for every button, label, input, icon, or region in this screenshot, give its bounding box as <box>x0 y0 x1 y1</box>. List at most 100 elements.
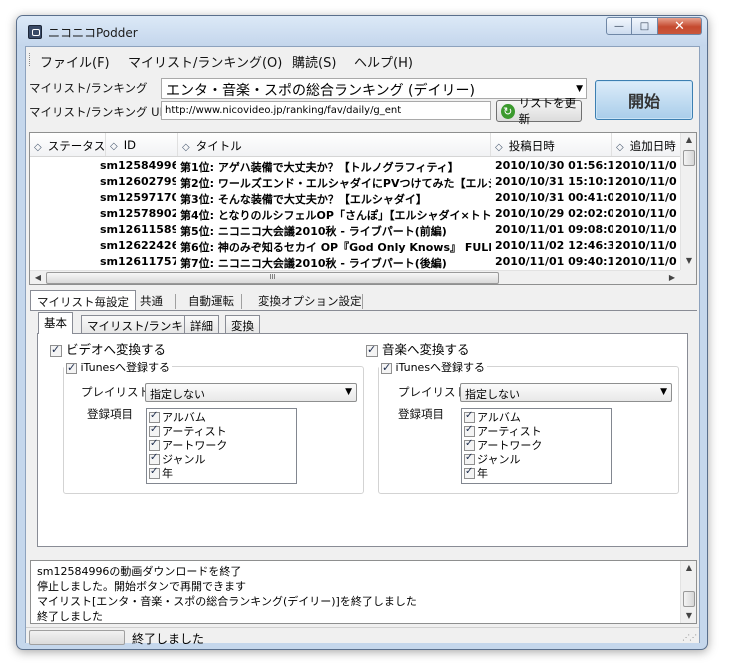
tab-divider <box>362 294 363 309</box>
log-output[interactable]: sm12584996の動画ダウンロードを終了 停止しました。開始ボタンで再開でき… <box>30 560 697 624</box>
checkbox-checked-icon <box>464 424 475 437</box>
basic-settings-panel: ビデオへ変換する iTunesへ登録する プレイリスト 指定しない ▼ 登録項目… <box>37 333 688 547</box>
log-line: マイリスト[エンタ・音楽・スポの総合ランキング(デイリー)]を終了しました <box>37 595 417 608</box>
scroll-right-icon[interactable]: ▶ <box>664 273 680 282</box>
checkbox-checked-icon <box>50 343 62 357</box>
cell-id: sm12622426 <box>100 239 176 252</box>
list-item[interactable]: アートワーク <box>149 438 294 452</box>
maximize-button[interactable]: □ <box>632 17 658 35</box>
cell-added: 2010/11/0 <box>615 175 677 188</box>
audio-itunes-checkbox[interactable]: iTunesへ登録する <box>379 359 488 375</box>
tab-common[interactable]: 共通 <box>134 290 169 311</box>
cell-title: 第2位: ワールズエンド・エルシャダイにPVつけてみた【エルシャダ… <box>180 177 491 190</box>
header-title[interactable]: ◇ タイトル <box>178 133 491 156</box>
scroll-down-icon[interactable]: ▼ <box>681 611 697 620</box>
header-posted[interactable]: ◇ 投稿日時 <box>491 133 612 156</box>
log-vertical-scrollbar[interactable]: ▲ ▼ <box>680 561 696 623</box>
list-item[interactable]: アーティスト <box>464 424 609 438</box>
close-button[interactable]: ✕ <box>658 17 702 35</box>
audio-convert-label: 音楽へ変換する <box>381 342 470 357</box>
video-items-label: 登録項目 <box>87 407 133 421</box>
audio-convert-checkbox[interactable]: 音楽へ変換する <box>366 339 470 358</box>
tab-detail[interactable]: 詳細 <box>184 315 219 334</box>
video-convert-label: ビデオへ変換する <box>65 342 166 357</box>
scroll-left-icon[interactable]: ◀ <box>30 273 46 282</box>
cell-posted: 2010/11/01 09:08:01 <box>495 223 613 236</box>
list-item[interactable]: アートワーク <box>464 438 609 452</box>
checkbox-checked-icon <box>464 466 475 479</box>
tab-divider <box>241 294 242 309</box>
header-status[interactable]: ◇ ステータス <box>30 133 106 156</box>
list-item[interactable]: 年 <box>464 466 609 480</box>
video-convert-checkbox[interactable]: ビデオへ変換する <box>50 339 166 358</box>
video-playlist-select[interactable]: 指定しない ▼ <box>145 383 357 402</box>
list-item[interactable]: アーティスト <box>149 424 294 438</box>
cell-id: sm12584996 <box>100 159 176 172</box>
tab-convert[interactable]: 変換 <box>225 315 260 334</box>
table-row[interactable]: sm12597170 第3位: そんな装備で大丈夫か？【エルシャダイ】 2010… <box>30 190 680 206</box>
app-icon <box>28 25 42 39</box>
title-bar[interactable]: ニコニコPodder — □ ✕ <box>17 16 707 46</box>
resize-grip-icon[interactable]: ⋰⋰ <box>682 633 697 642</box>
video-itunes-checkbox[interactable]: iTunesへ登録する <box>64 359 173 375</box>
table-row[interactable]: sm12584996 第1位: アゲハ装備で大丈夫か？【トルノグラフィティ】 2… <box>30 158 680 174</box>
scroll-thumb[interactable] <box>683 591 695 607</box>
cell-title: 第6位: 神のみぞ知るセカイ OP『God Only Knows』 FULL【… <box>180 241 491 254</box>
table-row[interactable]: sm12578902 第4位: となりのルシフェルOP「さんぽ」【エルシャダイ×… <box>30 206 680 222</box>
audio-playlist-select[interactable]: 指定しない ▼ <box>460 383 672 402</box>
chevron-down-icon: ▼ <box>660 387 667 397</box>
url-input[interactable] <box>161 101 491 120</box>
list-item[interactable]: ジャンル <box>464 452 609 466</box>
checkbox-checked-icon <box>381 361 392 374</box>
list-item[interactable]: アルバム <box>149 410 294 424</box>
menu-subscribe[interactable]: 購読(S) <box>292 52 336 71</box>
refresh-list-label: リストを更新 <box>518 96 577 126</box>
minimize-button[interactable]: — <box>606 17 632 35</box>
sort-icon: ◇ <box>110 141 118 152</box>
checkbox-checked-icon <box>149 452 160 465</box>
scroll-up-icon[interactable]: ▲ <box>681 563 697 572</box>
tab-convert-options[interactable]: 変換オプション設定 <box>252 290 368 311</box>
sort-icon: ◇ <box>495 142 503 153</box>
list-label: マイリスト/ランキング <box>29 81 148 95</box>
video-items-list[interactable]: アルバム アーティスト アートワーク ジャンル 年 <box>146 408 297 484</box>
tab-mylist-settings[interactable]: マイリスト毎設定 <box>30 290 136 311</box>
tab-basic[interactable]: 基本 <box>38 312 73 334</box>
cell-title: 第1位: アゲハ装備で大丈夫か？【トルノグラフィティ】 <box>180 161 459 174</box>
cell-id: sm12611589 <box>100 223 176 236</box>
cell-added: 2010/11/0 <box>615 207 677 220</box>
table-row[interactable]: sm12602799 第2位: ワールズエンド・エルシャダイにPVつけてみた【エ… <box>30 174 680 190</box>
audio-itunes-label: iTunesへ登録する <box>395 361 486 374</box>
list-item[interactable]: アルバム <box>464 410 609 424</box>
video-itunes-group: iTunesへ登録する プレイリスト 指定しない ▼ 登録項目 アルバム アーテ… <box>63 359 364 494</box>
checkbox-checked-icon <box>149 438 160 451</box>
table-row[interactable]: sm12611757 第7位: ニコニコ大会議2010秋 - ライブパート(後編… <box>30 254 680 270</box>
scroll-up-icon[interactable]: ▲ <box>681 135 697 144</box>
cell-id: sm12611757 <box>100 255 176 268</box>
header-added[interactable]: ◇ 追加日時 <box>612 133 680 156</box>
status-text: 終了しました <box>132 632 205 646</box>
table-row[interactable]: sm12622426 第6位: 神のみぞ知るセカイ OP『God Only Kn… <box>30 238 680 254</box>
audio-items-list[interactable]: アルバム アーティスト アートワーク ジャンル 年 <box>461 408 612 484</box>
table-row[interactable]: sm12611589 第5位: ニコニコ大会議2010秋 - ライブパート(前編… <box>30 222 680 238</box>
list-vertical-scrollbar[interactable]: ▲ ▼ <box>680 133 696 270</box>
video-list[interactable]: ◇ ステータス ◇ ID ◇ タイトル ◇ 投稿日時 ◇ 追加日時 sm12584996 … <box>29 132 697 285</box>
header-id[interactable]: ◇ ID <box>106 133 178 156</box>
menu-file[interactable]: ファイル(F) <box>40 52 110 71</box>
tab-auto[interactable]: 自動運転 <box>182 290 240 311</box>
refresh-list-button[interactable]: ↻ リストを更新 <box>496 96 582 126</box>
cell-posted: 2010/10/29 02:02:01 <box>495 207 613 220</box>
menu-help[interactable]: ヘルプ(H) <box>354 52 413 71</box>
scroll-down-icon[interactable]: ▼ <box>681 256 697 265</box>
scroll-thumb[interactable] <box>683 150 695 166</box>
menu-mylist[interactable]: マイリスト/ランキング(O) <box>128 52 282 71</box>
list-item[interactable]: 年 <box>149 466 294 480</box>
progress-bar <box>29 630 125 645</box>
start-button[interactable]: 開始 <box>595 80 693 120</box>
scroll-thumb[interactable]: III <box>46 272 499 284</box>
list-horizontal-scrollbar[interactable]: ◀ III ▶ <box>30 270 680 284</box>
video-playlist-label: プレイリスト <box>81 385 150 399</box>
list-item[interactable]: ジャンル <box>149 452 294 466</box>
audio-itunes-group: iTunesへ登録する プレイリスト 指定しない ▼ 登録項目 アルバム アーテ… <box>378 359 679 494</box>
scroll-corner <box>680 270 696 284</box>
